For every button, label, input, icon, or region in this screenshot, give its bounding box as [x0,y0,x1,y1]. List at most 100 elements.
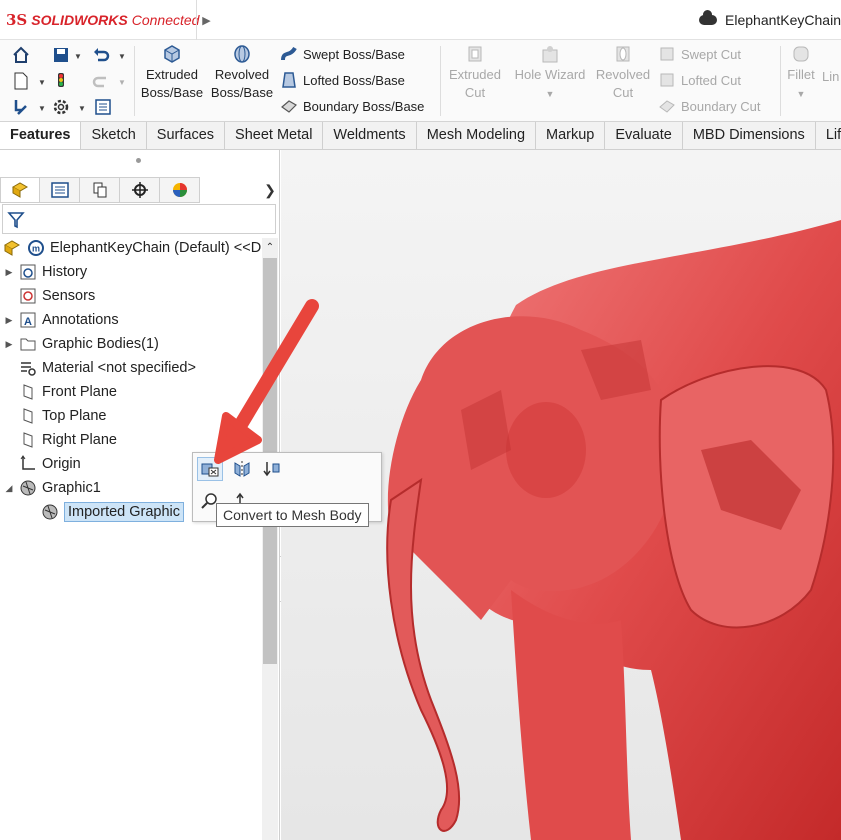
dimxpert-manager-tab[interactable] [120,177,160,203]
tab-surfaces[interactable]: Surfaces [147,122,226,149]
feature-manager-tab[interactable] [0,177,40,203]
boundary-boss-label: Boundary Boss/Base [303,98,425,114]
tab-mbd-dimensions[interactable]: MBD Dimensions [683,122,816,149]
brand-works-text: WORKS [74,12,128,28]
lofted-cut-button[interactable]: Lofted Cut [658,69,741,91]
tree-item-right-plane[interactable]: Right Plane [0,428,117,452]
new-document-icon[interactable] [12,72,30,90]
file-properties-icon[interactable] [94,98,112,116]
extruded-cut-icon [468,46,482,62]
tree-item-material[interactable]: Material <not specified> [0,356,196,380]
mesh-part-icon: m [26,239,46,257]
boundary-cut-label: Boundary Cut [681,98,761,114]
swept-boss-icon [281,46,297,61]
boundary-boss-base-button[interactable]: Boundary Boss/Base [280,95,424,117]
tree-item-origin[interactable]: Origin [0,452,81,476]
hole-wizard-dropdown-icon[interactable]: ▼ [546,89,555,99]
rollback-icon [263,462,280,477]
fillet-label: Fillet [787,67,815,82]
options-dropdown-icon[interactable]: ▼ [78,104,86,113]
home-icon[interactable] [12,46,30,64]
plane-icon [18,431,38,449]
swept-cut-icon [660,47,674,61]
tree-scrollbar[interactable]: ⌃ [262,238,278,840]
revolved-cut-icon [616,46,630,62]
tree-item-top-plane[interactable]: Top Plane [0,404,107,428]
redo-dropdown-icon[interactable]: ▼ [118,78,126,87]
options-gear-icon[interactable] [52,98,70,116]
extruded-cut-button[interactable]: Extruded Cut [444,44,506,102]
convert-to-mesh-body-button[interactable] [197,457,223,481]
save-dropdown-icon[interactable]: ▼ [74,52,82,61]
tab-markup[interactable]: Markup [536,122,606,149]
tree-item-imported-graphic[interactable]: Imported Graphic [22,500,185,524]
tree-item-label: Imported Graphic [64,502,185,522]
tab-weldments[interactable]: Weldments [323,122,417,149]
fillet-button[interactable]: Fillet ▼ [784,44,818,103]
panel-tabs-more-icon[interactable]: ❯ [260,177,280,203]
extruded-boss-base-button[interactable]: Extruded Boss/Base [140,44,204,102]
hole-wizard-icon [542,46,558,63]
tree-item-label: Graphic Bodies(1) [42,336,159,352]
hole-wizard-button[interactable]: Hole Wizard ▼ [510,44,590,103]
undo-dropdown-icon[interactable]: ▼ [118,52,126,61]
expand-arrow-icon[interactable]: ▶ [0,339,18,350]
swept-boss-label: Swept Boss/Base [303,46,405,62]
graphic-body-icon [18,479,38,497]
tree-item-graphic1[interactable]: ◢ Graphic1 [0,476,101,500]
brand-solid-text: SOLID [31,12,75,28]
expand-arrow-icon[interactable]: ▶ [0,315,18,326]
mirror-feature-button[interactable] [229,457,255,481]
save-icon[interactable] [52,46,70,64]
material-icon [18,359,38,377]
rebuild-icon[interactable] [52,72,70,90]
swept-boss-base-button[interactable]: Swept Boss/Base [280,43,405,65]
rollback-button[interactable] [259,457,285,481]
new-dropdown-icon[interactable]: ▼ [38,78,46,87]
scroll-up-arrow-icon[interactable]: ⌃ [262,238,278,256]
tab-sketch[interactable]: Sketch [81,122,147,149]
tree-item-sensors[interactable]: Sensors [0,284,95,308]
tab-mesh-modeling[interactable]: Mesh Modeling [417,122,537,149]
revolved-cut-button[interactable]: Revolved Cut [592,44,654,102]
select-icon[interactable] [12,98,30,116]
fillet-icon [793,46,809,62]
swept-cut-button[interactable]: Swept Cut [658,43,741,65]
tree-item-label: Front Plane [42,384,117,400]
tree-item-label: Top Plane [42,408,107,424]
filter-icon[interactable] [7,211,25,229]
tab-sheet-metal[interactable]: Sheet Metal [225,122,324,149]
property-manager-tab[interactable] [40,177,80,203]
expand-arrow-icon[interactable]: ▶ [0,267,18,278]
undo-icon[interactable] [92,46,110,64]
boundary-cut-button[interactable]: Boundary Cut [658,95,761,117]
tree-item-graphic-bodies[interactable]: ▶ Graphic Bodies(1) [0,332,159,356]
linear-pattern-button[interactable]: Lin [822,44,841,86]
display-manager-tab[interactable] [160,177,200,203]
select-dropdown-icon[interactable]: ▼ [38,104,46,113]
tree-item-front-plane[interactable]: Front Plane [0,380,117,404]
tree-root-part[interactable]: m ElephantKeyChain (Default) <<D [2,236,261,260]
tree-filter-box[interactable] [2,204,276,234]
tree-item-annotations[interactable]: ▶ A Annotations [0,308,119,332]
command-manager-ribbon: ▼ ▼ ▼ ▼ ▼ ▼ Extruded Boss/Base Revolved … [0,40,841,122]
tree-item-label: Origin [42,456,81,472]
solidworks-logo[interactable]: 3S SOLID WORKS Connected [6,11,199,29]
tree-item-label: Sensors [42,288,96,304]
configuration-manager-tab[interactable] [80,177,120,203]
tab-features[interactable]: Features [0,122,82,149]
menu-expand-arrow-icon[interactable]: ▶ [196,0,216,40]
property-manager-icon [50,182,69,198]
revolved-boss-base-button[interactable]: Revolved Boss/Base [210,44,274,102]
redo-icon[interactable] [92,72,110,90]
panel-grip-handle[interactable] [136,158,141,163]
tree-item-history[interactable]: ▶ History [0,260,88,284]
tab-life[interactable]: Life [816,122,841,149]
feature-tree-icon [11,182,29,198]
cloud-icon [699,10,718,25]
collapse-arrow-icon[interactable]: ◢ [0,483,18,494]
tab-evaluate[interactable]: Evaluate [605,122,683,149]
lofted-boss-base-button[interactable]: Lofted Boss/Base [280,69,405,91]
fillet-dropdown-icon[interactable]: ▼ [797,89,806,99]
ds-logo-mark: 3S [6,11,28,29]
